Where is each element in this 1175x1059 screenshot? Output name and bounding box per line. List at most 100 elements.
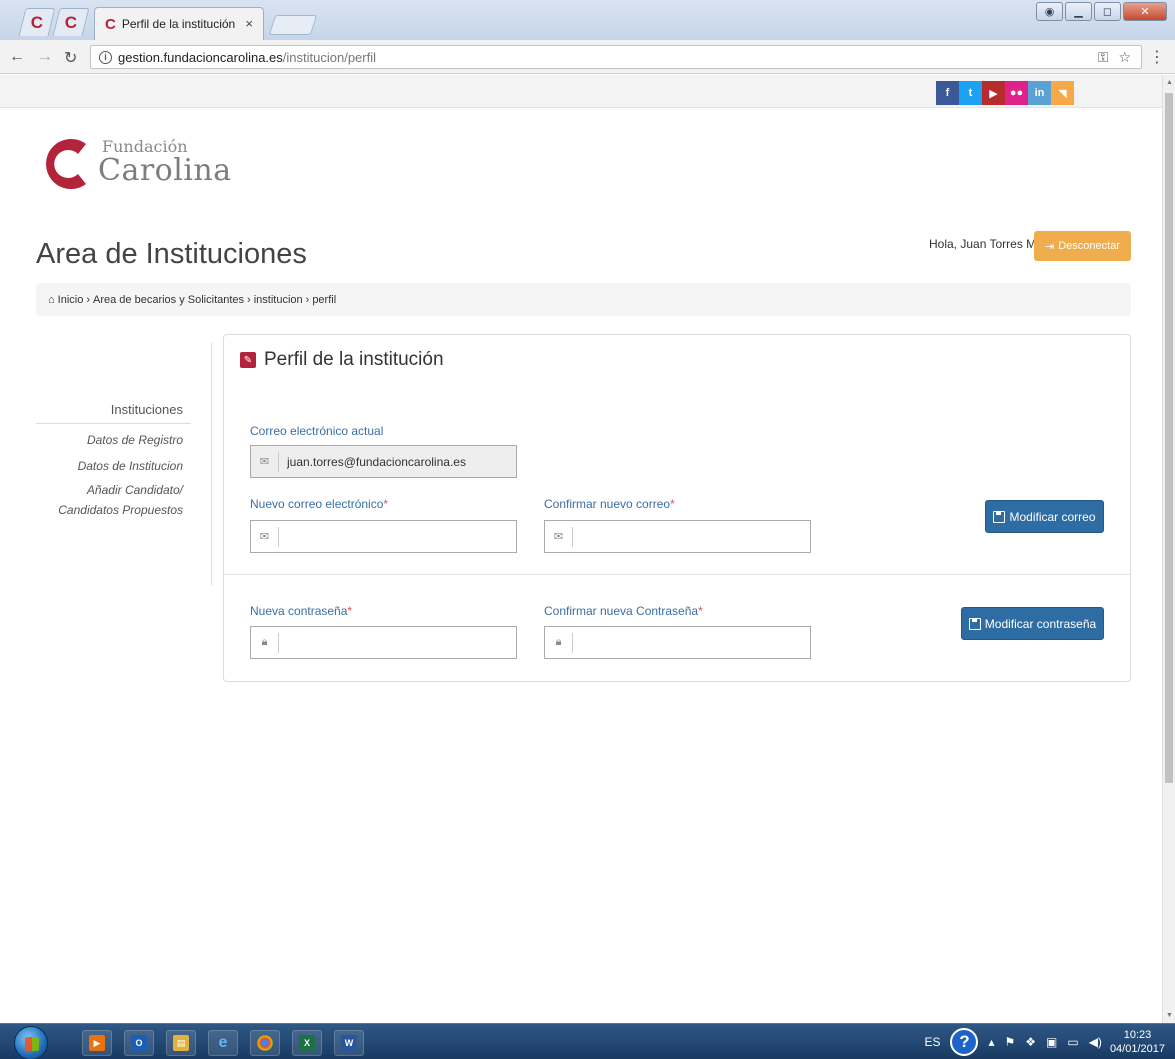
sidebar-item-candidatos-propuestos[interactable]: Candidatos Propuestos [36,500,183,520]
word-icon[interactable]: W [334,1030,364,1056]
page-scrollbar[interactable]: ▲ ▼ [1162,75,1175,1023]
taskbar-app-icon[interactable]: ▶ [82,1030,112,1056]
logout-button[interactable]: ⇥ Desconectar [1034,231,1131,261]
maximize-button[interactable]: ◻ [1094,2,1121,21]
clock-time: 10:23 [1123,1029,1152,1041]
internet-explorer-icon[interactable]: e [208,1030,238,1056]
sign-out-icon: ⇥ [1045,240,1055,253]
url-domain: gestion.fundacioncarolina.es [118,49,283,65]
confirm-email-label-text: Confirmar nuevo correo [544,497,671,511]
profile-card: ✎ Perfil de la institución Correo electr… [223,334,1131,682]
lock-icon: 🔒︎ [545,632,573,653]
breadcrumb-item-area[interactable]: Area de becarios y Solicitantes [93,294,244,306]
forward-arrow-icon[interactable]: → [37,48,53,66]
card-separator [224,574,1130,575]
network-icon[interactable]: ▭ [1067,1035,1078,1049]
clock[interactable]: 10:23 04/01/2017 [1110,1028,1165,1056]
scroll-up-icon[interactable]: ▲ [1166,79,1173,86]
sidebar-item-datos-institucion[interactable]: Datos de Institucion [36,456,183,476]
confirm-email-input[interactable]: ✉ [544,520,811,553]
user-icon[interactable]: ◉ [1036,2,1063,21]
tab-title: Perfil de la institución [121,17,236,31]
flag-icon[interactable]: ⚑ [1004,1035,1015,1049]
back-arrow-icon[interactable]: ← [9,48,25,66]
tab-close-icon[interactable]: × [245,16,253,31]
breadcrumb-separator: › [247,293,251,306]
close-window-button[interactable]: ✕ [1123,2,1167,21]
new-tab-button[interactable] [268,15,318,35]
twitter-icon[interactable]: t [959,81,982,105]
device-icon[interactable]: ▣ [1046,1035,1057,1049]
windows-taskbar: ▶ O ▤ e X W ES ? ▴ ⚑ ❖ ▣ ▭ ◀︎) 10:23 04/… [0,1023,1175,1059]
sidebar-item-datos-registro[interactable]: Datos de Registro [36,430,183,450]
browser-tab-active[interactable]: C Perfil de la institución × [94,7,264,40]
breadcrumb-item-institucion[interactable]: institucion [254,294,303,306]
favicon-icon: C [105,15,116,33]
sidebar-heading: Instituciones [110,402,183,417]
modify-password-label: Modificar contraseña [984,616,1097,631]
confirm-password-label: Confirmar nueva Contraseña* [544,604,703,618]
required-mark: * [347,604,353,618]
flickr-icon[interactable]: ●● [1005,81,1028,105]
confirm-password-label-text: Confirmar nueva Contraseña [544,604,699,618]
logo-text-big: Carolina [98,153,232,188]
breadcrumb: ⌂ Inicio › Area de becarios y Solicitant… [36,283,1131,316]
edit-icon: ✎ [240,352,256,368]
bookmark-star-icon[interactable]: ☆ [1118,49,1131,66]
required-mark: * [698,604,703,618]
excel-icon[interactable]: X [292,1030,322,1056]
url-input[interactable]: i gestion.fundacioncarolina.es/instituci… [90,45,1142,69]
sidebar-divider [211,343,212,585]
rss-icon[interactable]: ◥ [1051,81,1074,105]
current-email-field: ✉ juan.torres@fundacioncarolina.es [250,445,517,478]
scrollbar-thumb[interactable] [1165,93,1173,783]
system-tray: ES ? ▴ ⚑ ❖ ▣ ▭ ◀︎) 10:23 04/01/2017 [924,1024,1175,1059]
envelope-icon: ✉ [545,526,573,547]
top-strip: f t ▶ ●● in ◥ [0,75,1162,108]
reload-icon[interactable]: ↻ [64,48,77,68]
new-password-input[interactable]: 🔒︎ [250,626,517,659]
modify-password-button[interactable]: Modificar contraseña [961,607,1104,640]
volume-icon[interactable]: ◀︎) [1089,1035,1102,1049]
breadcrumb-item-inicio[interactable]: Inicio [58,294,84,306]
address-bar: ← → ↻ i gestion.fundacioncarolina.es/ins… [0,40,1175,74]
favicon-icon: C [30,13,44,32]
file-explorer-icon[interactable]: ▤ [166,1030,196,1056]
outlook-icon[interactable]: O [124,1030,154,1056]
breadcrumb-separator: › [305,293,310,306]
required-mark: * [383,497,389,511]
key-icon[interactable]: ⚿ [1098,49,1109,66]
help-icon[interactable]: ? [950,1028,979,1056]
envelope-icon: ✉ [251,526,279,547]
fundacion-carolina-logo-icon[interactable] [36,134,96,194]
window-controls: ◉ ▁ ◻ ✕ [1036,2,1167,21]
scroll-down-icon[interactable]: ▼ [1166,1012,1173,1019]
chrome-icon[interactable] [250,1030,280,1056]
url-path: /institucion/perfil [282,49,376,65]
home-icon[interactable]: ⌂ [48,294,55,306]
new-password-label-text: Nueva contraseña [250,604,348,618]
envelope-icon: ✉ [251,451,279,472]
confirm-password-input[interactable]: 🔒︎ [544,626,811,659]
language-indicator[interactable]: ES [924,1035,940,1049]
browser-menu-icon[interactable]: ⋮ [1149,47,1165,67]
show-hidden-icons-icon[interactable]: ▴ [988,1035,994,1049]
start-button[interactable] [14,1026,48,1059]
info-icon[interactable]: i [99,50,112,64]
minimize-button[interactable]: ▁ [1065,2,1092,21]
facebook-icon[interactable]: f [936,81,959,105]
youtube-icon[interactable]: ▶ [982,81,1005,105]
save-icon [993,510,1006,523]
linkedin-icon[interactable]: in [1028,81,1051,105]
page-title: Area de Instituciones [36,238,307,270]
new-email-label-text: Nuevo correo electrónico [250,497,384,511]
sidebar-item-anadir-candidato[interactable]: Añadir Candidato/ [36,480,183,500]
browser-tab-inactive[interactable]: C [18,8,56,36]
dropbox-icon[interactable]: ❖ [1025,1035,1036,1049]
current-email-label: Correo electrónico actual [250,424,384,438]
favicon-icon: C [64,13,78,32]
breadcrumb-separator: › [86,293,91,306]
new-email-input[interactable]: ✉ [250,520,517,553]
modify-email-button[interactable]: Modificar correo [985,500,1104,533]
browser-tab-inactive[interactable]: C [52,8,90,36]
